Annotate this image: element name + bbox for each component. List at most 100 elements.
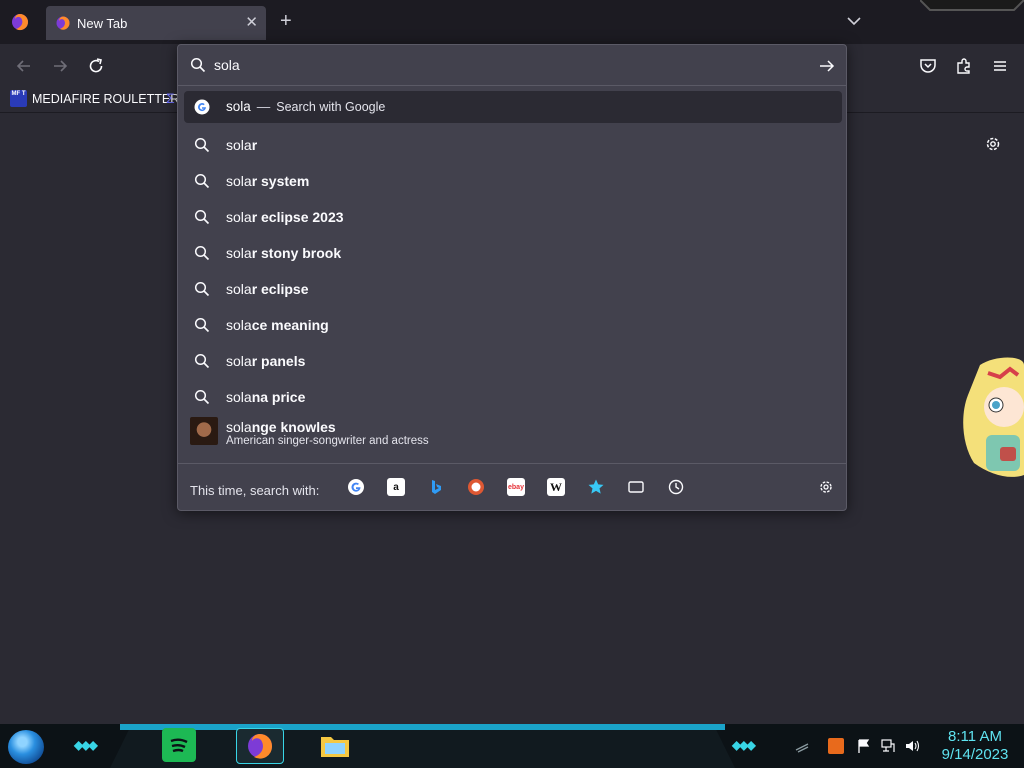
spotify-icon [170, 738, 188, 753]
wikipedia-icon[interactable]: W [547, 478, 565, 496]
suggestion-completion: r system [251, 173, 310, 189]
suggestion-typed: sola [226, 419, 252, 435]
network-icon[interactable] [880, 738, 896, 754]
bookmark-label: MEDIAFIRE ROULETTER [32, 91, 180, 106]
one-off-label: This time, search with: [190, 483, 320, 498]
suggestion-item[interactable]: solar stony brook [184, 235, 842, 271]
search-icon [194, 353, 210, 369]
suggestion-typed: sola [226, 245, 252, 261]
bing-icon[interactable] [427, 478, 445, 496]
sigma-icon[interactable]: Σ [166, 90, 175, 106]
separator: — [256, 99, 271, 114]
pocket-icon[interactable] [918, 56, 938, 76]
theme-decoration [920, 0, 1024, 11]
firefox-menu-icon[interactable] [10, 12, 30, 32]
mediafire-logo-icon: MF T [10, 90, 27, 107]
search-icon [194, 245, 210, 261]
one-off-search-bar: This time, search with: a ebay W [178, 463, 846, 511]
bookmarks-star-icon[interactable] [587, 478, 605, 496]
decorative-chevrons: ◆◆◆ [74, 738, 98, 752]
suggestion-list: sola — Search with Google solar solar syst… [184, 91, 842, 455]
suggestion-typed: sola [226, 99, 251, 114]
app-tray-icon[interactable] [828, 738, 844, 754]
show-hidden-icons[interactable] [794, 738, 810, 754]
amazon-icon[interactable]: a [387, 478, 405, 496]
search-icon [194, 173, 210, 189]
suggestion-typed: sola [226, 353, 252, 369]
suggestion-typed: sola [226, 173, 252, 189]
suggestion-completion: r eclipse [251, 281, 309, 297]
suggestion-item[interactable]: solar system [184, 163, 842, 199]
firefox-icon [56, 16, 70, 30]
back-icon[interactable] [14, 56, 34, 76]
start-button[interactable] [8, 730, 44, 764]
suggestion-typed: sola [226, 209, 252, 225]
suggestion-typed: sola [226, 389, 252, 405]
suggestion-item[interactable]: solar eclipse [184, 271, 842, 307]
suggestion-completion: r [251, 137, 258, 153]
google-icon [194, 99, 210, 115]
suggestion-item[interactable]: solar eclipse 2023 [184, 199, 842, 235]
folder-icon [321, 737, 349, 757]
taskbar-app-strip [110, 730, 735, 768]
spotify-app-icon[interactable] [162, 728, 196, 762]
tab-new-tab[interactable]: New Tab ✕ [46, 6, 266, 40]
google-icon[interactable] [347, 478, 365, 496]
suggestion-search-with-google[interactable]: sola — Search with Google [184, 91, 842, 123]
suggestion-item[interactable]: solace meaning [184, 307, 842, 343]
suggestion-description: American singer-songwriter and actress [226, 435, 429, 447]
volume-icon[interactable] [904, 738, 920, 754]
search-icon [194, 317, 210, 333]
tab-title: New Tab [77, 16, 128, 31]
tab-strip: New Tab ✕ + [0, 0, 1024, 44]
file-explorer-app-icon[interactable] [318, 728, 352, 762]
duckduckgo-icon[interactable] [467, 478, 485, 496]
hamburger-menu-icon[interactable] [990, 56, 1010, 76]
forward-icon[interactable] [50, 56, 70, 76]
clock-time: 8:11 AM [948, 728, 1002, 745]
suggestion-completion: ce meaning [251, 317, 329, 333]
suggestion-item[interactable]: solana price [184, 379, 842, 415]
tabs-icon[interactable] [627, 478, 645, 496]
firefox-icon [248, 734, 273, 759]
suggestion-completion: nge knowles [251, 419, 336, 435]
person-thumbnail [190, 417, 218, 445]
ebay-icon[interactable]: ebay [507, 478, 525, 496]
urlbar-input[interactable] [214, 54, 804, 76]
suggestion-typed: sola [226, 137, 252, 153]
search-icon [194, 137, 210, 153]
suggestion-item[interactable]: solar [184, 127, 842, 163]
new-tab-icon[interactable]: + [280, 10, 292, 32]
extensions-icon[interactable] [954, 56, 974, 76]
decorative-chevrons: ◆◆◆ [732, 738, 756, 752]
bookmark-mediafire-rouletter[interactable]: MF T MEDIAFIRE ROULETTER [10, 90, 179, 107]
suggestion-completion: na price [251, 389, 306, 405]
go-arrow-icon[interactable] [818, 57, 836, 75]
taskbar-glow-bar [120, 724, 725, 730]
suggestion-rich-result[interactable]: solange knowles American singer-songwrit… [184, 415, 842, 455]
search-icon [194, 281, 210, 297]
search-icon [194, 389, 210, 405]
firefox-taskbar-button[interactable] [236, 728, 284, 764]
suggestion-typed: sola [226, 317, 252, 333]
chevron-down-icon[interactable] [845, 12, 863, 30]
suggestion-completion: r eclipse 2023 [251, 209, 344, 225]
suggestion-item[interactable]: solar panels [184, 343, 842, 379]
cartoon-character-sticker [963, 357, 1024, 477]
history-icon[interactable] [667, 478, 685, 496]
urlbar-input-row [178, 45, 846, 86]
suggestion-completion: r panels [251, 353, 306, 369]
close-tab-icon[interactable]: ✕ [245, 13, 258, 33]
suggestion-completion: r stony brook [251, 245, 342, 261]
search-icon [194, 209, 210, 225]
clock-date: 9/14/2023 [941, 746, 1009, 763]
taskbar-clock[interactable]: 8:11 AM 9/14/2023 [930, 728, 1020, 764]
search-icon [190, 57, 206, 73]
search-settings-gear-icon[interactable] [818, 479, 834, 495]
suggestion-typed: sola [226, 281, 252, 297]
suggestion-action: Search with Google [276, 100, 386, 114]
gear-icon[interactable] [984, 135, 1002, 153]
reload-icon[interactable] [86, 56, 106, 76]
flag-icon[interactable] [856, 738, 872, 754]
urlbar-dropdown: sola—Search with Google solar solar syst… [177, 44, 847, 511]
